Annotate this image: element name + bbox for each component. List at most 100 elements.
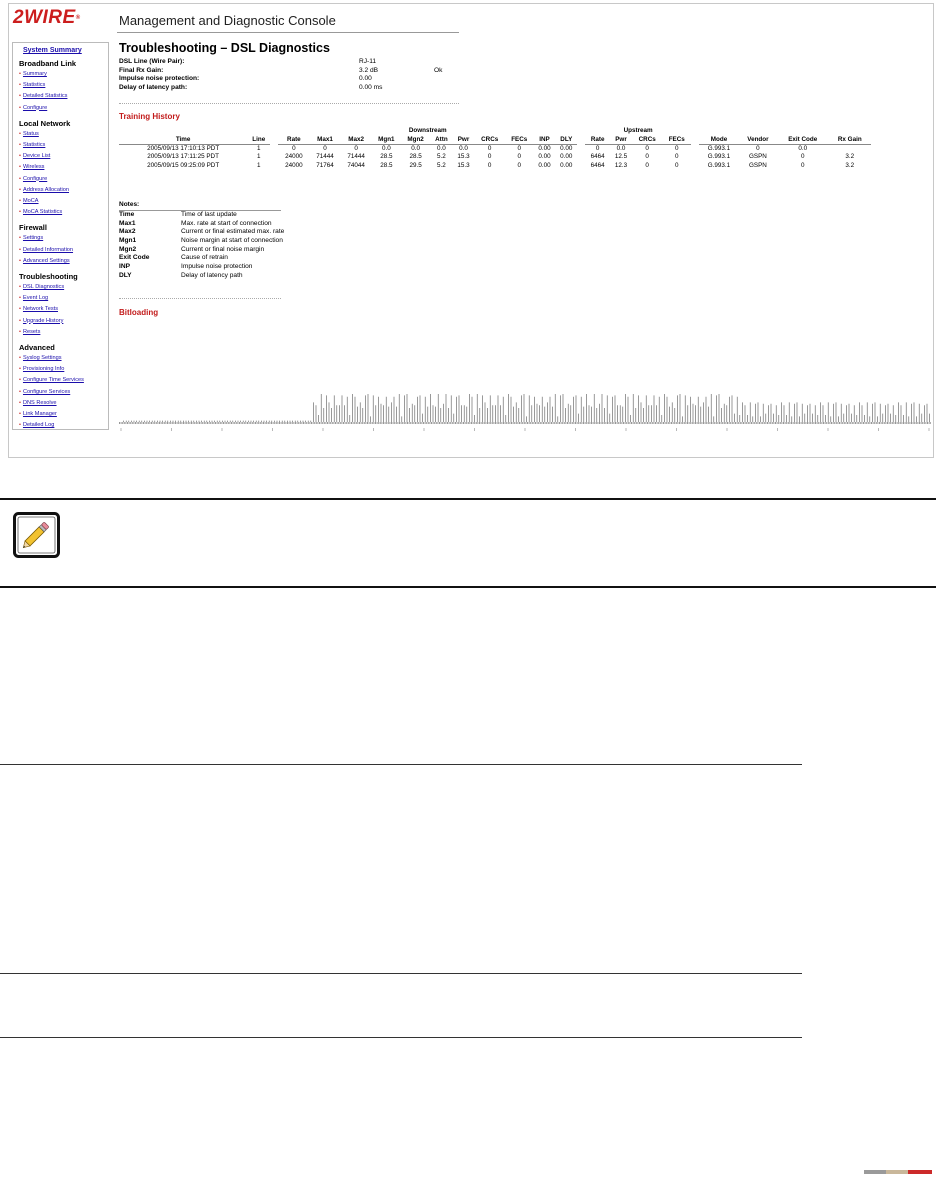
sidebar-item-detailed-statistics[interactable]: • Detailed Statistics — [19, 91, 108, 102]
bullet-icon: • — [19, 198, 21, 205]
section-rule-3 — [0, 1037, 802, 1038]
notes-label: Notes: — [119, 201, 140, 208]
sidebar-item-statistics[interactable]: • Statistics — [19, 140, 108, 151]
table-cell: 3.2 — [845, 153, 855, 161]
column-header: FECs — [504, 135, 534, 145]
sidebar-item-dsl-diagnostics[interactable]: • DSL Diagnostics — [19, 282, 108, 293]
table-cell: 0 — [674, 145, 679, 152]
table-row: 2005/09/13 17:11:25 PDT 1 24000 71444 71444 2… — [119, 153, 871, 161]
footer-color-bar — [864, 1170, 932, 1174]
sidebar-item-syslog-settings[interactable]: • Syslog Settings — [19, 353, 108, 364]
table-cell: 0 — [354, 145, 358, 152]
sidebar-item-detailed-log[interactable]: • Detailed Log — [19, 420, 108, 431]
sidebar-item-address-allocation[interactable]: • Address Allocation — [19, 185, 108, 196]
table-column-header: Time Line Rate Max1 Max2 Mgn1 Mgn2 Attn Pwr CRCs F… — [119, 135, 871, 145]
sidebar-section-firewall: Firewall — [19, 223, 47, 233]
table-cell: 0 — [487, 153, 492, 161]
sidebar-item-advanced-settings[interactable]: • Advanced Settings — [19, 256, 108, 267]
table-cell: 2005/09/15 09:25:09 PDT — [147, 161, 220, 169]
sidebar-item-configure-services[interactable]: • Configure Services — [19, 387, 108, 398]
sidebar-item-provisioning-info[interactable]: • Provisioning Info — [19, 364, 108, 375]
bitloading-title: Bitloading — [119, 308, 159, 317]
column-header: Rate — [585, 135, 611, 145]
sidebar-item-upgrade-history[interactable]: • Upgrade History — [19, 316, 108, 327]
sidebar-item-network-tests[interactable]: • Network Tests — [19, 304, 108, 315]
table-cell: 71444 — [316, 153, 334, 161]
table-cell: 29.5 — [409, 161, 422, 169]
table-cell: 0.0 — [437, 145, 446, 152]
column-header: Exit Code — [776, 135, 829, 145]
note-item: DLY Delay of latency path — [119, 272, 281, 281]
group-upstream: Upstream — [623, 127, 653, 134]
sidebar-item-status[interactable]: • Status — [19, 129, 108, 140]
bullet-icon: • — [19, 411, 21, 418]
sidebar-section-local-network: Local Network — [19, 118, 71, 128]
note-desc: Max. rate at start of connection — [181, 219, 272, 227]
note-key: Exit Code — [119, 254, 150, 262]
sidebar-item-resets[interactable]: • Resets — [19, 327, 108, 338]
table-cell: 0 — [517, 161, 521, 169]
note-desc: Delay of latency path — [181, 271, 243, 279]
sidebar-item-device-list[interactable]: • Device List — [19, 151, 108, 162]
table-body: 2005/09/13 17:10:13 PDT 1 0 0 0 0.0 0.0 0.0 0.0 0… — [119, 145, 871, 171]
table-cell: 28.5 — [380, 161, 393, 169]
table-cell: 0.0 — [381, 145, 391, 152]
sidebar-item-moca[interactable]: • MoCA — [19, 196, 108, 207]
table-cell: 0.00 — [538, 153, 551, 161]
note-desc: Time of last update — [181, 211, 237, 218]
summary-value: 0.00 — [359, 75, 372, 83]
summary-row: Delay of latency path: 0.00 ms — [119, 84, 459, 93]
bullet-icon: • — [19, 366, 21, 373]
note-item: INP Impulse noise protection — [119, 263, 281, 272]
summary-value: 3.2 dB — [359, 66, 379, 74]
note-item: Max2 Current or final estimated max. rate — [119, 228, 284, 237]
table-cell: 2005/09/13 17:10:13 PDT — [147, 145, 220, 152]
sidebar-item-configure[interactable]: • Configure — [19, 103, 108, 114]
sidebar-link-system-summary[interactable]: System Summary — [23, 47, 108, 54]
table-cell: 0 — [645, 145, 649, 152]
note-key: Mgn1 — [119, 237, 137, 245]
sidebar-section-broadband-link: Broadband Link — [19, 59, 77, 68]
pencil-icon — [13, 512, 60, 558]
sidebar-item-statistics[interactable]: • Statistics — [19, 80, 108, 91]
bullet-icon: • — [19, 186, 21, 193]
table-cell: G.993.1 — [707, 153, 731, 161]
summary-row: Impulse noise protection: 0.00 — [119, 75, 459, 84]
sidebar-item-moca-statistics[interactable]: • MoCA Statistics — [19, 207, 108, 218]
column-header: INP — [533, 135, 556, 145]
sidebar-item-wireless[interactable]: • Wireless — [19, 162, 108, 173]
note-key: Time — [119, 211, 135, 218]
group-downstream: Downstream — [408, 127, 447, 134]
table-cell: 1 — [257, 145, 261, 152]
bullet-icon: • — [19, 209, 21, 216]
bullet-icon: • — [19, 164, 21, 171]
table-cell — [829, 145, 871, 154]
table-cell: 71764 — [316, 161, 334, 169]
sidebar-item-dns-resolve[interactable]: • DNS Resolve — [19, 398, 108, 409]
sidebar-item-summary[interactable]: • Summary — [19, 69, 108, 80]
sidebar-sections: Broadband Link • Summary • Statistics • Detail… — [19, 59, 108, 434]
sidebar-item-settings[interactable]: • Settings — [19, 233, 108, 244]
note-bottom-rule — [0, 586, 936, 588]
column-header: Max1 — [309, 135, 341, 145]
page-title: Troubleshooting – DSL Diagnostics — [119, 41, 330, 55]
sidebar-item-configure[interactable]: • Configure — [19, 174, 108, 185]
section-rule-1 — [0, 764, 802, 765]
note-item: Mgn1 Noise margin at start of connection — [119, 237, 283, 246]
note-desc: Impulse noise protection — [181, 263, 253, 271]
note-top-rule — [0, 498, 936, 500]
column-header: Pwr — [452, 135, 475, 145]
note-item: Max1 Max. rate at start of connection — [119, 220, 281, 229]
table-cell: GSPN — [748, 161, 767, 169]
table-cell: 15.3 — [457, 161, 470, 169]
bullet-icon: • — [19, 175, 21, 182]
sidebar-item-link-manager[interactable]: • Link Manager — [19, 409, 108, 420]
sidebar-item-detailed-information[interactable]: • Detailed Information — [19, 245, 108, 256]
table-cell: 0.00 — [538, 145, 551, 152]
sidebar-item-configure-time-services[interactable]: • Configure Time Services — [19, 375, 108, 386]
notes-divider — [119, 298, 281, 299]
sidebar-section-troubleshooting: Troubleshooting — [19, 272, 78, 282]
column-header: Mgn1 — [371, 135, 401, 145]
sidebar-item-event-log[interactable]: • Event Log — [19, 293, 108, 304]
table-cell: 0 — [292, 145, 296, 152]
